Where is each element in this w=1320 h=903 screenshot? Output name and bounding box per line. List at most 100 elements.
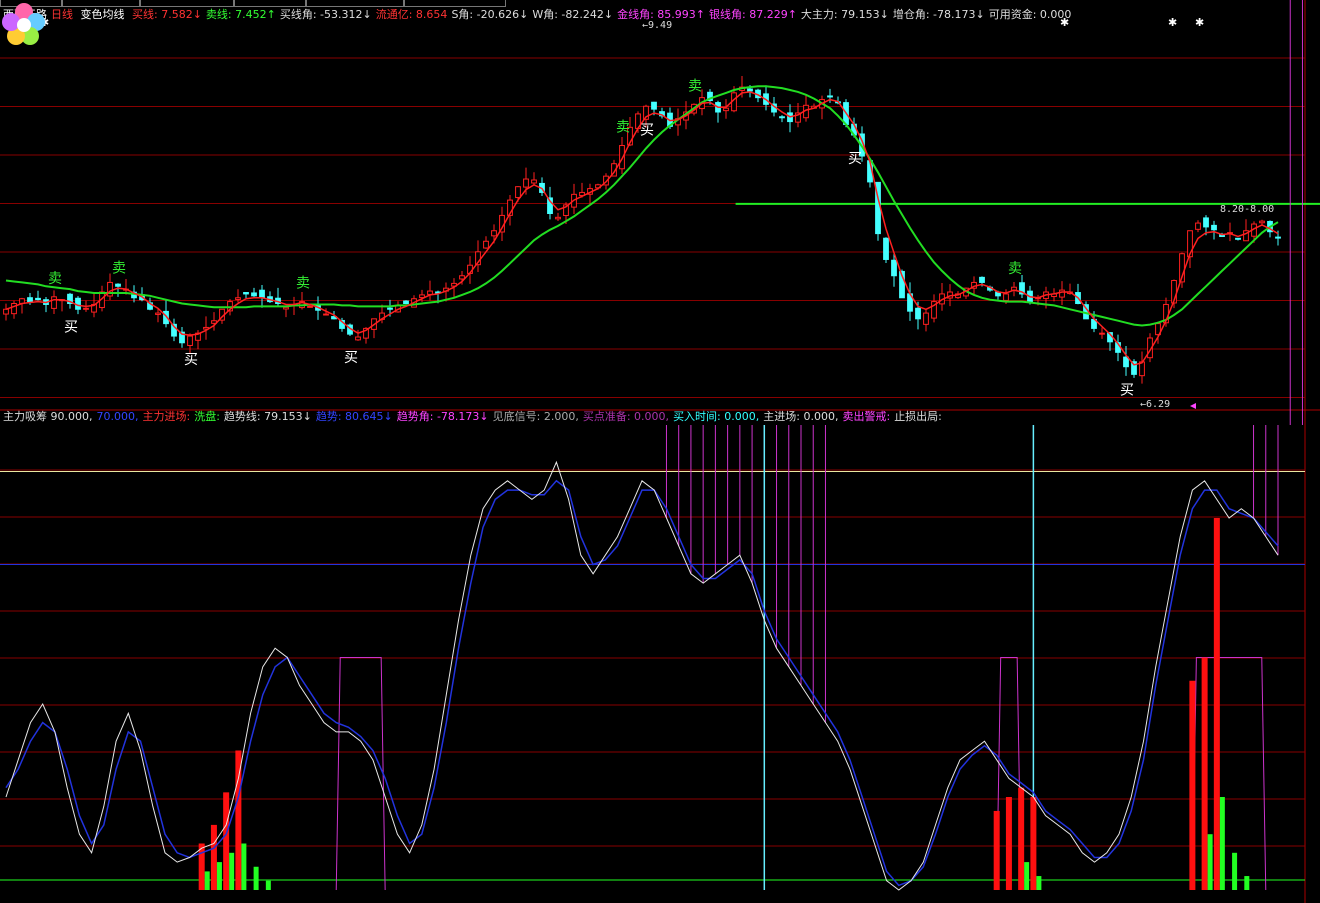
lower-legend-item: 见底信号: 2.000, [492, 410, 579, 423]
washout-bar [1219, 797, 1225, 890]
washout-bar [253, 866, 259, 890]
washout-bar [1036, 876, 1042, 890]
star-marker-icon: ✱ [1195, 16, 1204, 29]
sell-signal-label: 卖 [1008, 261, 1022, 277]
upper-legend-item: 可用资金: 0.000 [988, 8, 1072, 21]
upper-legend-item: 增仓角: -78.173↓ [892, 8, 985, 21]
candle-body [51, 296, 57, 309]
main-entry-bar [1030, 797, 1037, 890]
lower-legend-item: 70.000, [96, 410, 139, 423]
candle-body [827, 95, 833, 98]
candle-body [915, 307, 921, 320]
washout-bar [204, 871, 210, 890]
washout-bar [1244, 876, 1250, 890]
washout-bar [229, 852, 235, 890]
lower-legend-item: 主力进场: [142, 410, 191, 423]
period-label: 日线 [51, 8, 73, 21]
candle-body [1259, 220, 1265, 224]
candle-body [27, 297, 33, 303]
upper-legend-item: 买线: 7.582↓ [132, 8, 202, 21]
sell-signal-label: 卖 [616, 120, 630, 136]
candle-body [427, 290, 433, 295]
upper-legend-item: 大主力: 79.153↓ [800, 8, 889, 21]
upper-legend: 西藏天路日线 变色均线 买线: 7.582↓卖线: 7.452↑买线角: -53… [3, 7, 1079, 23]
candle-body [187, 335, 193, 346]
lower-legend-items: 主力吸筹 90.000, 70.000, 主力进场: 洗盘: 趋势线: 79.153↓ 趋… [3, 410, 946, 423]
upper-legend-item: W角: -82.242↓ [532, 8, 614, 21]
candle-body [1275, 236, 1281, 239]
buy-signal-label: 买 [184, 352, 198, 368]
main-entry-bar [993, 810, 1000, 890]
candle-body [235, 297, 241, 300]
candle-body [115, 283, 121, 287]
candle-body [1059, 289, 1065, 298]
lower-legend-item: 主力吸筹 90.000, [3, 410, 93, 423]
upper-legend-items: 买线: 7.582↓ 卖线: 7.452↑ 买线角: -53.312↓ 流通亿: 8.… [132, 8, 1075, 21]
flower-logo-icon [2, 3, 45, 45]
washout-bar [241, 843, 247, 890]
lower-legend-item: 买入时间: 0.000, [673, 410, 760, 423]
washout-bar [265, 880, 271, 890]
candle-body [483, 240, 489, 249]
candle-body [83, 307, 89, 310]
lower-legend-item: 趋势角: -78.173↓ [396, 410, 489, 423]
candle-body [283, 306, 289, 310]
upper-legend-item: 卖线: 7.452↑ [205, 8, 276, 21]
buy-signal-label: 买 [640, 122, 654, 138]
upper-legend-item: 流通亿: 8.654 [375, 8, 448, 21]
candle-body [259, 289, 265, 299]
candle-body [1235, 237, 1241, 240]
candle-body [651, 101, 657, 110]
star-marker-icon: ✱ [1168, 16, 1177, 29]
washout-bar [1232, 852, 1238, 890]
main-entry-bar [210, 824, 217, 890]
trendline-series [5, 460, 1279, 891]
candle-body [923, 312, 929, 325]
main-entry-bar [1213, 518, 1220, 890]
low-price-label: ←6.29 [1140, 399, 1170, 410]
indicator-name[interactable]: 变色均线 [81, 8, 125, 21]
lower-legend-item: 买点准备: 0.000, [582, 410, 670, 423]
candle-body [243, 292, 249, 295]
main-entry-bar [1201, 657, 1208, 890]
candle-body [779, 116, 785, 119]
candle-body [1123, 356, 1129, 368]
candle-body [355, 336, 361, 341]
main-entry-bar [198, 843, 205, 890]
buy-signal-label: 买 [1120, 383, 1134, 399]
candle-body [555, 216, 561, 220]
lower-legend-item: 趋势线: 79.153↓ [223, 410, 312, 423]
buy-signal-label: 买 [344, 350, 358, 366]
candle-body [747, 88, 753, 92]
candle-body [531, 179, 537, 184]
candle-body [251, 292, 257, 297]
washout-bar [1024, 862, 1030, 890]
candle-body [3, 308, 9, 315]
candle-body [35, 297, 41, 301]
main-entry-bar [1018, 787, 1025, 890]
lower-legend-item: 洗盘: [194, 410, 220, 423]
chart-canvas[interactable]: 卖买卖买卖买卖买卖买卖买←9.49←6.298.20-8.00✱✱✱✱ [0, 0, 1320, 903]
candle-body [459, 275, 465, 280]
lower-legend-item: 主进场: 0.000, [763, 410, 839, 423]
main-entry-bar [1005, 797, 1012, 890]
upper-legend-item: 买线角: -53.312↓ [279, 8, 372, 21]
washout-bar [1207, 834, 1213, 890]
candle-body [1003, 293, 1009, 301]
candle-body [75, 297, 81, 310]
candle-body [1211, 224, 1217, 231]
candle-body [387, 307, 393, 310]
sell-signal-label: 卖 [296, 276, 310, 292]
buy-signal-label: 买 [848, 151, 862, 167]
candle-body [515, 186, 521, 199]
candle-body [891, 259, 897, 277]
lower-legend-item: 趋势: 80.645↓ [315, 410, 393, 423]
candle-body [979, 276, 985, 283]
upper-legend-item: 金线角: 85.993↑ [617, 8, 705, 21]
main-entry-bar [235, 750, 242, 890]
lower-legend-item: 止损出局: [894, 410, 942, 423]
candle-body [403, 300, 409, 305]
trend-series [5, 479, 1279, 887]
candle-body [723, 107, 729, 112]
main-entry-bar [1189, 680, 1196, 890]
